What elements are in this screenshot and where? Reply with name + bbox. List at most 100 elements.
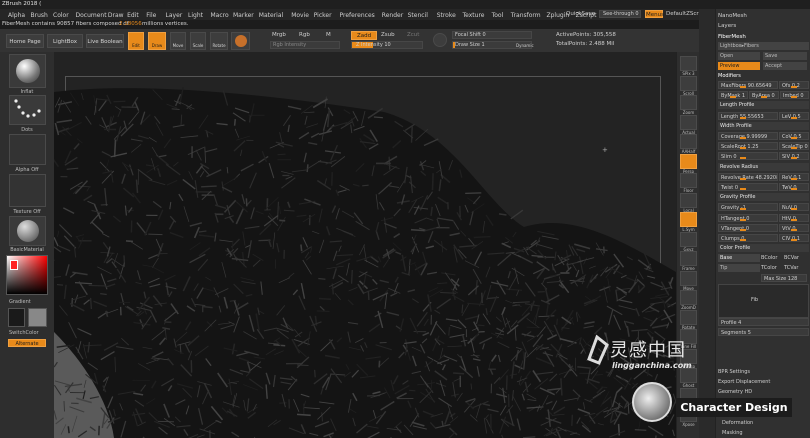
- modifier-slider[interactable]: Ofs 0.2: [779, 81, 809, 89]
- modifier-slider[interactable]: SlV 0.2: [779, 152, 809, 161]
- menu-stencil[interactable]: Stencil: [408, 12, 428, 19]
- shelf-zoom-button[interactable]: [680, 95, 697, 110]
- viewport-canvas[interactable]: +: [54, 52, 676, 438]
- shelf-ghost-button[interactable]: [680, 368, 697, 383]
- zadd-button[interactable]: Zadd: [351, 31, 377, 40]
- menu-zplugin[interactable]: Zplugin: [547, 12, 570, 19]
- z-intensity-slider[interactable]: Z Intensity 10: [351, 41, 423, 49]
- material-selector[interactable]: [9, 216, 46, 246]
- profile-slider[interactable]: Profile 4: [718, 318, 809, 326]
- save-button[interactable]: Save: [763, 52, 807, 60]
- modifier-slider[interactable]: Slim 0: [718, 152, 778, 161]
- rotate-mode-button[interactable]: Rotate: [210, 32, 228, 50]
- brush-selector[interactable]: [9, 54, 46, 88]
- modifier-slider[interactable]: Clumps 0: [718, 234, 778, 242]
- m-button[interactable]: M: [326, 32, 331, 38]
- menu-tool[interactable]: Tool: [492, 12, 504, 19]
- lightbox-button[interactable]: LightBox: [47, 34, 83, 48]
- rgb-intensity-slider[interactable]: Rgb Intensity: [270, 41, 340, 49]
- shelf-l-sym-button[interactable]: [680, 212, 697, 227]
- draw-mode-button[interactable]: Draw: [148, 32, 166, 50]
- menu-stroke[interactable]: Stroke: [437, 12, 456, 19]
- tcvar-button[interactable]: TCVar: [784, 264, 808, 272]
- lightbox-fibers-button[interactable]: Lightbox▸Fibers: [718, 42, 809, 50]
- modifiers-section[interactable]: Modifiers: [718, 72, 809, 80]
- rgb-button[interactable]: Rgb: [299, 32, 310, 38]
- shelf-floor-button[interactable]: [680, 173, 697, 188]
- modifier-slider[interactable]: CIV 0.1: [779, 234, 809, 242]
- primary-color-swatch[interactable]: [28, 308, 47, 327]
- modifier-slider[interactable]: ReV 0.1: [779, 172, 809, 181]
- menu-zscript[interactable]: Zscript: [576, 12, 597, 19]
- menu-material[interactable]: Material: [259, 12, 283, 19]
- modifier-heading[interactable]: Width Profile: [718, 121, 809, 130]
- mrgb-button[interactable]: Mrgb: [272, 32, 286, 38]
- modifier-slider[interactable]: ByMask 1: [718, 91, 748, 100]
- shelf-move-button[interactable]: [680, 270, 697, 286]
- menu-texture[interactable]: Texture: [463, 12, 485, 19]
- modifier-heading[interactable]: Color Profile: [718, 244, 809, 253]
- menu-file[interactable]: File: [146, 12, 156, 19]
- modifier-heading[interactable]: Gravity Profile: [718, 193, 809, 202]
- open-button[interactable]: Open: [718, 52, 760, 60]
- modifier-heading[interactable]: Length Profile: [718, 101, 809, 110]
- alpha-selector[interactable]: [9, 134, 46, 165]
- modifier-slider[interactable]: ScaleRoot 1.25: [718, 142, 778, 151]
- live-boolean-button[interactable]: Live Boolean: [86, 34, 124, 48]
- menu-preferences[interactable]: Preferences: [340, 12, 375, 19]
- zcut-button[interactable]: Zcut: [407, 32, 419, 38]
- menu-marker[interactable]: Marker: [233, 12, 254, 19]
- segments-slider[interactable]: Segments 5: [718, 328, 809, 336]
- accept-button[interactable]: Accept: [763, 62, 807, 70]
- preview-button[interactable]: Preview: [718, 62, 760, 70]
- secondary-color-swatch[interactable]: [8, 308, 25, 327]
- menu-document[interactable]: Document: [76, 12, 107, 19]
- max-size-slider[interactable]: Max Size 128: [761, 274, 807, 282]
- menu-macro[interactable]: Macro: [211, 12, 229, 19]
- bpr-settings-section[interactable]: BPR Settings: [718, 368, 809, 376]
- draw-size-slider[interactable]: Draw Size 1 Dynamic: [452, 41, 534, 49]
- see-through-slider[interactable]: See-through 0: [599, 10, 641, 18]
- modifier-slider[interactable]: HTangent 0: [718, 213, 778, 222]
- modifier-slider[interactable]: ScaleTip 0.01: [779, 142, 809, 151]
- menu-transform[interactable]: Transform: [511, 12, 541, 19]
- shelf-aahalf-button[interactable]: [680, 134, 697, 149]
- shelf-persp-button[interactable]: [680, 153, 697, 169]
- shelf-scroll-button[interactable]: [680, 75, 697, 91]
- stroke-selector[interactable]: [9, 95, 46, 125]
- modifier-slider[interactable]: Revolve Rate 48.29208: [718, 172, 778, 181]
- modifier-slider[interactable]: LeV 0.5: [779, 111, 809, 120]
- deformation-section[interactable]: Deformation: [722, 419, 810, 427]
- shelf-zoomd-button[interactable]: [680, 290, 697, 305]
- menu-light[interactable]: Light: [188, 12, 203, 19]
- modifier-slider[interactable]: Coverage 9.99999: [718, 132, 778, 140]
- shelf-gxyz-button[interactable]: [680, 231, 697, 247]
- modifier-slider[interactable]: TwV 0: [779, 183, 809, 191]
- shelf-frame-button[interactable]: [680, 251, 697, 266]
- shelf-local-button[interactable]: [680, 192, 697, 208]
- tcolor-button[interactable]: TColor: [761, 264, 785, 272]
- modifier-slider[interactable]: Imbed 0: [780, 91, 809, 100]
- modifier-slider[interactable]: NuV 0: [779, 203, 809, 212]
- base-button[interactable]: Base: [718, 254, 760, 262]
- modifier-heading[interactable]: Revolve Radius: [718, 162, 809, 171]
- main-color-swatch[interactable]: [10, 260, 18, 270]
- menus-button[interactable]: Menus: [645, 10, 664, 18]
- shelf-actual-button[interactable]: [680, 114, 697, 130]
- material-sphere-icon[interactable]: [231, 32, 250, 50]
- modifier-slider[interactable]: VTangent 0: [718, 223, 778, 232]
- fibermesh-section[interactable]: FiberMesh: [718, 33, 809, 41]
- modifier-slider[interactable]: CoV 0.5: [779, 132, 809, 140]
- focal-shift-slider[interactable]: Focal Shift 0: [452, 31, 532, 39]
- modifier-slider[interactable]: Gravity -1: [718, 203, 778, 212]
- brush-falloff-icon[interactable]: [433, 33, 447, 47]
- export-displacement-section[interactable]: Export Displacement: [718, 378, 809, 386]
- home-page-button[interactable]: Home Page: [6, 34, 44, 48]
- bcvar-button[interactable]: BCVar: [784, 254, 808, 262]
- alternate-button[interactable]: Alternate: [8, 339, 46, 347]
- modifier-slider[interactable]: Length 55.55653: [718, 111, 778, 120]
- texture-selector[interactable]: [9, 174, 46, 207]
- menu-alpha[interactable]: Alpha: [8, 12, 25, 19]
- nanomesh-section[interactable]: NanoMesh: [718, 12, 809, 20]
- edit-mode-button[interactable]: Edit: [128, 32, 144, 50]
